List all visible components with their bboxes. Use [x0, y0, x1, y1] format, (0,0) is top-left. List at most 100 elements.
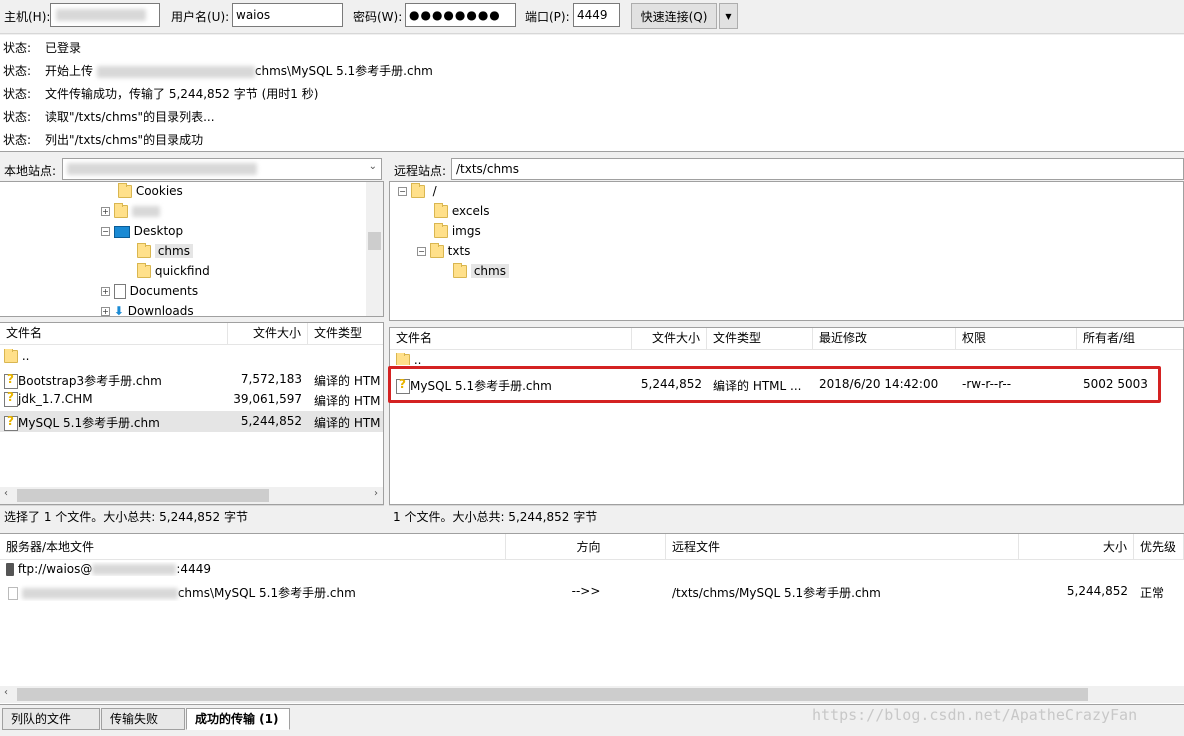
- local-path-combobox[interactable]: ⌄: [62, 158, 382, 180]
- tree-item-quickfind[interactable]: quickfind: [155, 264, 210, 278]
- folder-icon: [429, 243, 444, 258]
- file-type: 编译的 HTM: [314, 416, 381, 430]
- log-message: 读取"/txts/chms"的目录列表...: [45, 110, 215, 124]
- desktop-icon: [113, 225, 130, 238]
- tab-queued-files[interactable]: 列队的文件: [2, 708, 100, 730]
- quickconnect-button[interactable]: 快速连接(Q): [631, 3, 717, 29]
- redacted-path: [67, 163, 257, 175]
- queue-priority: 正常: [1140, 586, 1165, 600]
- file-name[interactable]: ..: [22, 349, 30, 363]
- local-file-list[interactable]: 文件名 文件大小 文件类型 .. Bootstrap3参考手册.chm 7,57…: [0, 322, 384, 505]
- file-name[interactable]: MySQL 5.1参考手册.chm: [18, 416, 160, 430]
- tree-item-desktop[interactable]: Desktop: [134, 224, 184, 238]
- download-icon: ⬇: [113, 304, 124, 317]
- chevron-right-icon[interactable]: ›: [374, 488, 378, 499]
- file-name[interactable]: jdk_1.7.CHM: [18, 392, 93, 406]
- folder-icon: [434, 223, 448, 238]
- local-tree-scrollbar[interactable]: [366, 182, 383, 316]
- tree-item-chms[interactable]: chms: [470, 264, 509, 278]
- folder-icon: [4, 349, 18, 363]
- queue-scrollbar[interactable]: ‹: [0, 686, 1184, 703]
- remote-file-list[interactable]: 文件名 文件大小 文件类型 最近修改 权限 所有者/组 .. MySQL 5.1…: [389, 327, 1184, 505]
- port-input[interactable]: [573, 3, 620, 27]
- queue-server-prefix[interactable]: ftp://waios@: [18, 562, 93, 576]
- column-filetype[interactable]: 文件类型: [707, 328, 813, 350]
- tree-item-documents[interactable]: Documents: [130, 284, 198, 298]
- tree-item-imgs[interactable]: imgs: [452, 224, 481, 238]
- column-server-local[interactable]: 服务器/本地文件: [0, 534, 506, 560]
- tab-failed-transfers[interactable]: 传输失败: [101, 708, 185, 730]
- column-filename[interactable]: 文件名: [390, 328, 632, 350]
- redacted-path: [21, 588, 178, 599]
- folder-icon: [396, 353, 410, 365]
- column-filetype[interactable]: 文件类型: [308, 323, 383, 345]
- chevron-left-icon[interactable]: ‹: [4, 687, 8, 698]
- log-key: 状态:: [3, 133, 32, 147]
- tree-item-downloads[interactable]: Downloads: [128, 304, 194, 316]
- column-permissions[interactable]: 权限: [956, 328, 1077, 350]
- column-size[interactable]: 大小: [1019, 534, 1134, 560]
- chm-file-icon: [4, 372, 18, 389]
- queue-header: 服务器/本地文件 方向 远程文件 大小 优先级: [0, 534, 1184, 560]
- password-label: 密码(W):: [353, 10, 403, 24]
- password-input[interactable]: [405, 3, 516, 27]
- file-type: 编译的 HTM: [314, 374, 381, 388]
- chevron-left-icon[interactable]: ‹: [4, 488, 8, 499]
- tree-item-root[interactable]: /: [433, 184, 437, 198]
- message-log[interactable]: 状态: 已登录 状态: 开始上传 chms\MySQL 5.1参考手册.chm 状态…: [0, 35, 1184, 152]
- column-filename[interactable]: 文件名: [0, 323, 228, 345]
- host-redacted: [56, 9, 146, 21]
- collapse-icon[interactable]: −: [101, 227, 110, 236]
- expand-icon[interactable]: +: [101, 307, 110, 316]
- remote-path-input[interactable]: /txts/chms: [451, 158, 1184, 180]
- folder-icon: [434, 203, 448, 218]
- folder-icon: [410, 183, 425, 198]
- tree-item-cookies[interactable]: Cookies: [136, 184, 183, 198]
- log-message-prefix: 开始上传: [45, 64, 97, 78]
- tree-item-excels[interactable]: excels: [452, 204, 490, 218]
- log-message: 列出"/txts/chms"的目录成功: [45, 133, 204, 147]
- local-site-label: 本地站点:: [4, 164, 57, 178]
- file-name[interactable]: Bootstrap3参考手册.chm: [18, 374, 162, 388]
- column-filesize[interactable]: 文件大小: [632, 328, 707, 350]
- redacted-path: [96, 65, 255, 78]
- remote-list-header: 文件名 文件大小 文件类型 最近修改 权限 所有者/组: [390, 328, 1183, 350]
- tree-item-txts[interactable]: txts: [448, 244, 471, 258]
- remote-status: 1 个文件。大小总共: 5,244,852 字节: [389, 505, 1184, 527]
- redacted-folder: [131, 206, 160, 217]
- column-priority[interactable]: 优先级: [1134, 534, 1184, 560]
- folder-icon: [118, 183, 132, 198]
- quickconnect-dropdown-button[interactable]: ▼: [719, 3, 738, 29]
- chevron-down-icon[interactable]: ⌄: [369, 161, 377, 172]
- collapse-icon[interactable]: −: [398, 187, 407, 196]
- tab-successful-transfers[interactable]: 成功的传输 (1): [186, 708, 290, 730]
- chm-file-icon: [4, 414, 18, 431]
- log-message: chms\MySQL 5.1参考手册.chm: [254, 64, 433, 78]
- tree-item-chms[interactable]: chms: [154, 244, 193, 258]
- queue-server-port: :4449: [176, 562, 211, 576]
- transfer-queue[interactable]: 服务器/本地文件 方向 远程文件 大小 优先级 ftp://waios@ :444…: [0, 533, 1184, 705]
- user-label: 用户名(U):: [171, 10, 230, 24]
- local-list-scrollbar[interactable]: ‹ ›: [0, 487, 383, 504]
- file-size: 7,572,183: [240, 372, 302, 386]
- log-key: 状态:: [3, 110, 32, 124]
- local-tree[interactable]: Cookies + − Desktop chms quickfind + Doc…: [0, 181, 384, 317]
- expand-icon[interactable]: +: [101, 287, 110, 296]
- user-input[interactable]: [232, 3, 343, 27]
- column-direction[interactable]: 方向: [506, 534, 666, 560]
- log-key: 状态:: [3, 64, 32, 78]
- expand-icon[interactable]: +: [101, 207, 110, 216]
- scrollbar-thumb[interactable]: [17, 489, 269, 502]
- column-remote-file[interactable]: 远程文件: [666, 534, 1019, 560]
- port-label: 端口(P):: [525, 10, 570, 24]
- column-modified[interactable]: 最近修改: [813, 328, 956, 350]
- collapse-icon[interactable]: −: [417, 247, 426, 256]
- remote-tree[interactable]: − / excels imgs − txts chms: [389, 181, 1184, 321]
- scrollbar-thumb[interactable]: [17, 688, 1088, 701]
- scrollbar-thumb[interactable]: [368, 232, 381, 250]
- queue-local-file[interactable]: chms\MySQL 5.1参考手册.chm: [178, 586, 356, 600]
- column-filesize[interactable]: 文件大小: [228, 323, 308, 345]
- file-name[interactable]: ..: [414, 353, 422, 365]
- column-owner[interactable]: 所有者/组: [1077, 328, 1183, 350]
- folder-icon: [113, 203, 128, 218]
